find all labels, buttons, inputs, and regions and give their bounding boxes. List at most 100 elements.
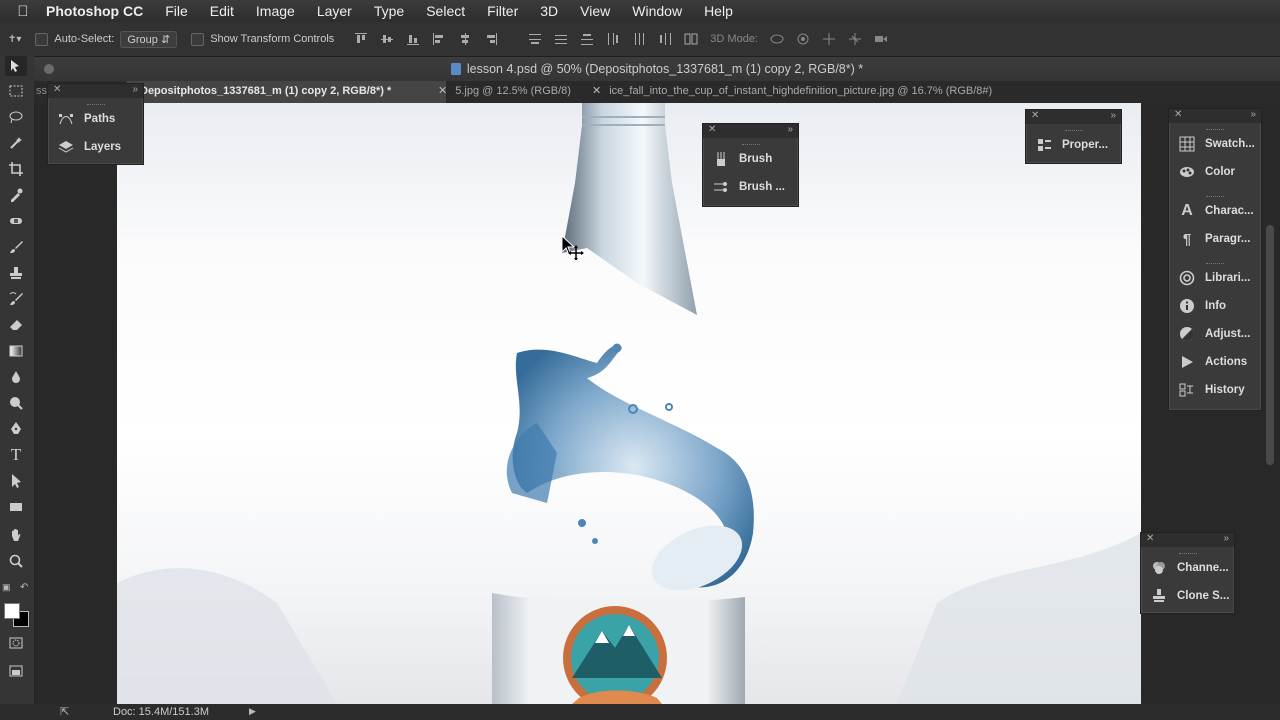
properties-panel-button[interactable]: Proper... <box>1026 131 1121 159</box>
swap-colors-icon[interactable]: ↶ <box>20 582 28 593</box>
brush-presets-panel-button[interactable]: Brush ... <box>703 173 798 201</box>
psd-file-icon <box>450 63 461 75</box>
panel-collapse-icon[interactable]: » <box>787 124 793 135</box>
tab-5-jpg[interactable]: ✕ 5.jpg @ 12.5% (RGB/8) <box>432 81 582 103</box>
brush-tool-icon[interactable] <box>5 237 27 257</box>
panel-collapse-icon[interactable]: » <box>1223 533 1229 544</box>
menu-3d[interactable]: 3D <box>540 3 558 19</box>
clone-source-panel-button[interactable]: Clone S... <box>1141 582 1234 610</box>
status-menu-arrow-icon[interactable]: ▶ <box>249 706 256 717</box>
panel-close-icon[interactable]: ✕ <box>1174 109 1182 120</box>
zoom-tool-icon[interactable] <box>5 551 27 571</box>
tab-ice-fall[interactable]: ✕ ice_fall_into_the_cup_of_instant_highde… <box>586 81 1056 103</box>
app-menu[interactable]: Photoshop CC <box>46 3 143 19</box>
menu-help[interactable]: Help <box>704 3 733 19</box>
crop-tool-icon[interactable] <box>5 159 27 179</box>
channels-panel-button[interactable]: Channe... <box>1141 554 1234 582</box>
menu-filter[interactable]: Filter <box>487 3 518 19</box>
tab-close-icon[interactable]: ✕ <box>592 85 601 97</box>
distribute-left-icon[interactable] <box>606 32 620 46</box>
adjustments-panel-button[interactable]: Adjust... <box>1169 320 1261 348</box>
show-transform-checkbox[interactable] <box>191 32 205 46</box>
type-tool-icon[interactable]: T <box>5 445 27 465</box>
3d-mode-label: 3D Mode: <box>710 33 758 45</box>
distribute-hcenter-icon[interactable] <box>632 32 646 46</box>
healing-brush-tool-icon[interactable] <box>5 211 27 231</box>
distribute-vcenter-icon[interactable] <box>554 32 568 46</box>
align-hcenter-icon[interactable] <box>458 32 472 46</box>
menu-layer[interactable]: Layer <box>317 3 352 19</box>
eraser-tool-icon[interactable] <box>5 315 27 335</box>
tab-active-document[interactable]: Depositphotos_1337681_m (1) copy 2, RGB/… <box>126 81 446 103</box>
align-top-icon[interactable] <box>354 32 368 46</box>
menu-type[interactable]: Type <box>374 3 404 19</box>
menu-select[interactable]: Select <box>426 3 465 19</box>
character-panel-button[interactable]: A Charac... <box>1169 197 1261 225</box>
menu-edit[interactable]: Edit <box>210 3 234 19</box>
dodge-tool-icon[interactable] <box>5 393 27 413</box>
panel-collapse-icon[interactable]: » <box>1250 109 1256 120</box>
distribute-bottom-icon[interactable] <box>580 32 594 46</box>
panel-close-icon[interactable]: ✕ <box>1031 110 1039 121</box>
gradient-tool-icon[interactable] <box>5 341 27 361</box>
menu-view[interactable]: View <box>580 3 610 19</box>
3d-orbit-icon[interactable] <box>770 32 784 46</box>
libraries-panel-button[interactable]: Librari... <box>1169 264 1261 292</box>
move-tool-icon[interactable] <box>5 56 27 76</box>
panel-collapse-icon[interactable]: » <box>1110 110 1116 121</box>
align-right-icon[interactable] <box>484 32 498 46</box>
3d-scale-icon[interactable] <box>874 32 888 46</box>
menu-image[interactable]: Image <box>256 3 295 19</box>
color-panel-button[interactable]: Color <box>1169 158 1261 186</box>
eyedropper-tool-icon[interactable] <box>5 185 27 205</box>
panel-item-label: Proper... <box>1062 139 1109 151</box>
default-colors-icon[interactable]: ▣ <box>2 582 11 593</box>
layers-panel-button[interactable]: Layers <box>48 133 143 161</box>
export-icon[interactable]: ⇱ <box>60 705 69 718</box>
paragraph-panel-button[interactable]: ¶ Paragr... <box>1169 225 1261 253</box>
auto-select-dropdown[interactable]: Group ⇵ <box>120 30 178 48</box>
lasso-tool-icon[interactable] <box>5 107 27 127</box>
tab-close-icon[interactable]: ✕ <box>438 85 447 97</box>
vertical-scrollbar[interactable] <box>1266 225 1274 465</box>
foreground-color-swatch[interactable] <box>4 603 20 619</box>
panel-collapse-icon[interactable]: » <box>132 84 138 95</box>
rectangle-tool-icon[interactable] <box>5 497 27 517</box>
history-panel-button[interactable]: History <box>1169 376 1261 404</box>
move-tool-preset-icon[interactable]: ✝▾ <box>8 34 21 45</box>
actions-panel-button[interactable]: Actions <box>1169 348 1261 376</box>
align-bottom-icon[interactable] <box>406 32 420 46</box>
menu-file[interactable]: File <box>165 3 188 19</box>
info-panel-button[interactable]: Info <box>1169 292 1261 320</box>
paths-panel-button[interactable]: Paths <box>48 105 143 133</box>
apple-menu-icon[interactable]:  <box>0 3 46 20</box>
quick-mask-icon[interactable] <box>5 633 27 653</box>
magic-wand-tool-icon[interactable] <box>5 133 27 153</box>
swatches-panel-button[interactable]: Swatch... <box>1169 130 1261 158</box>
3d-slide-icon[interactable] <box>848 32 862 46</box>
swatches-icon <box>1177 134 1197 154</box>
align-vcenter-icon[interactable] <box>380 32 394 46</box>
distribute-right-icon[interactable] <box>658 32 672 46</box>
distribute-top-icon[interactable] <box>528 32 542 46</box>
marquee-tool-icon[interactable] <box>5 81 27 101</box>
panel-close-icon[interactable]: ✕ <box>1146 533 1154 544</box>
clone-stamp-tool-icon[interactable] <box>5 263 27 283</box>
panel-close-icon[interactable]: ✕ <box>53 84 61 95</box>
panel-close-icon[interactable]: ✕ <box>708 124 716 135</box>
auto-align-icon[interactable] <box>684 32 698 46</box>
history-brush-tool-icon[interactable] <box>5 289 27 309</box>
window-close-button[interactable] <box>44 64 54 74</box>
path-selection-tool-icon[interactable] <box>5 471 27 491</box>
blur-tool-icon[interactable] <box>5 367 27 387</box>
document-canvas[interactable] <box>117 103 1141 704</box>
3d-roll-icon[interactable] <box>796 32 810 46</box>
hand-tool-icon[interactable] <box>5 525 27 545</box>
screen-mode-icon[interactable] <box>5 661 27 681</box>
brush-panel-button[interactable]: Brush <box>703 145 798 173</box>
3d-pan-icon[interactable] <box>822 32 836 46</box>
align-left-icon[interactable] <box>432 32 446 46</box>
pen-tool-icon[interactable] <box>5 419 27 439</box>
menu-window[interactable]: Window <box>632 3 682 19</box>
auto-select-checkbox[interactable] <box>35 32 49 46</box>
